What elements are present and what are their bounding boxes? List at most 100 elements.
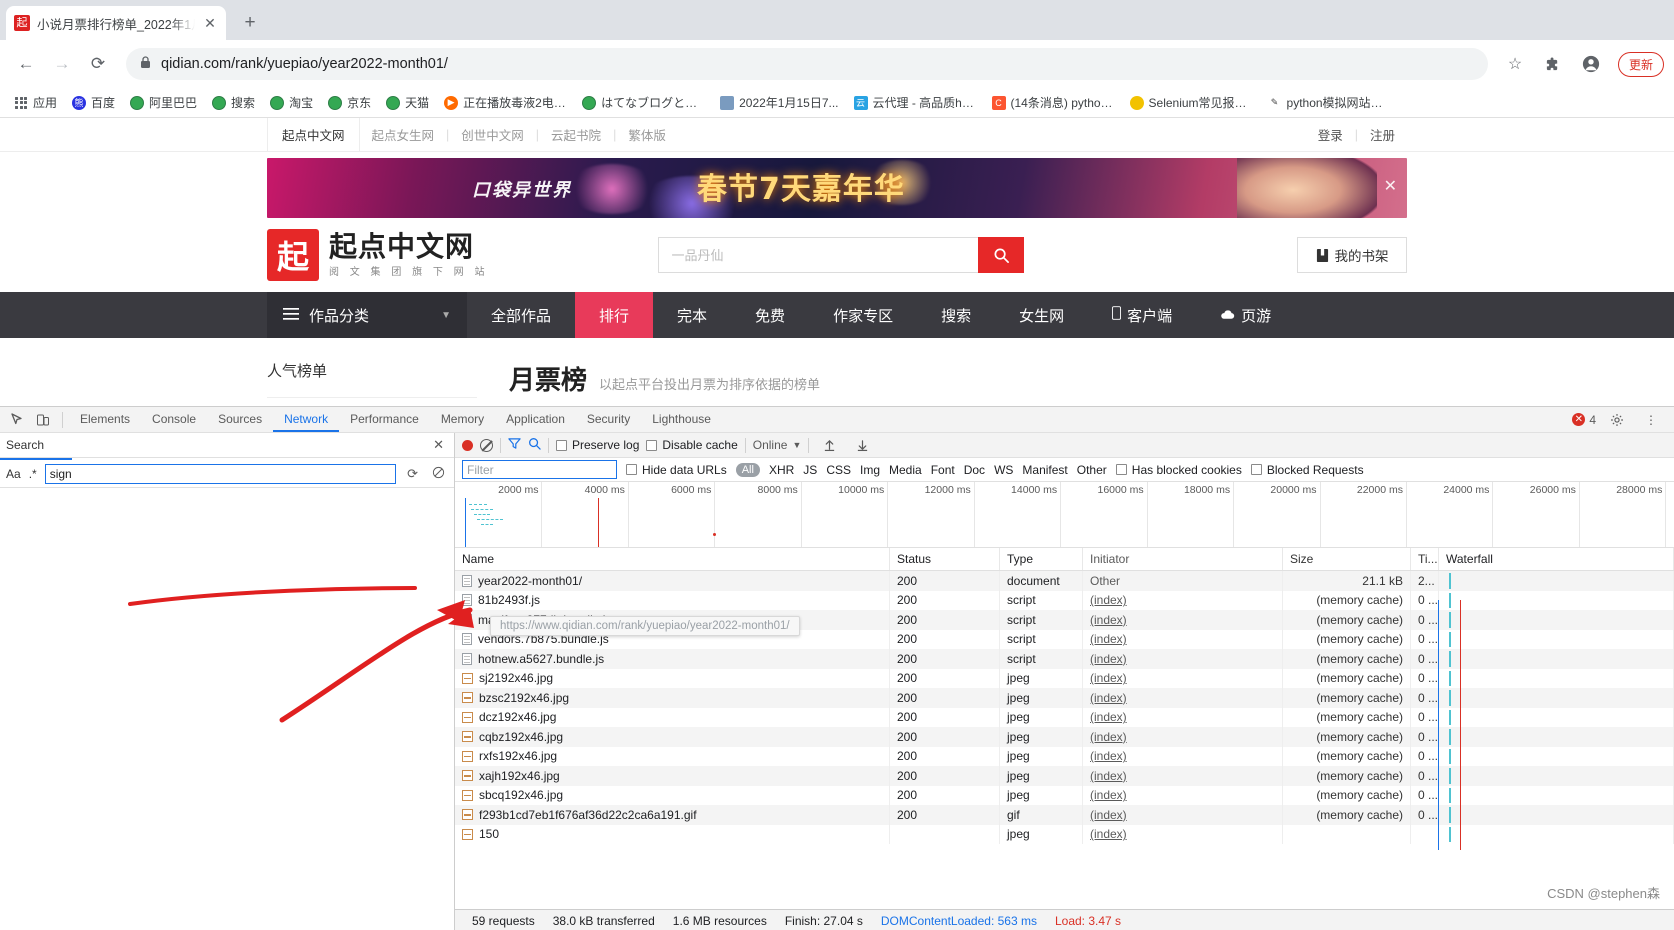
bookmark-item[interactable]: Selenium常见报错... xyxy=(1124,91,1259,114)
preserve-log-checkbox[interactable]: Preserve log xyxy=(556,438,639,452)
clear-icon[interactable] xyxy=(429,466,448,482)
bookmark-item[interactable]: はてなブログとは... xyxy=(576,91,711,114)
import-har-icon[interactable] xyxy=(816,433,842,457)
table-row[interactable]: xajh192x46.jpg 200 jpeg (index) (memory cach… xyxy=(455,766,1674,786)
initiator-link[interactable]: (index) xyxy=(1090,593,1127,607)
address-bar[interactable]: qidian.com/rank/yuepiao/year2022-month01… xyxy=(126,48,1488,80)
devtools-tab-sources[interactable]: Sources xyxy=(207,407,273,432)
bookshelf-button[interactable]: 我的书架 xyxy=(1297,237,1407,273)
initiator-link[interactable]: (index) xyxy=(1090,652,1127,666)
record-icon[interactable] xyxy=(462,439,473,451)
search-icon[interactable] xyxy=(528,437,541,453)
devtools-tab-lighthouse[interactable]: Lighthouse xyxy=(641,407,722,432)
nav-item-rank[interactable]: 排行 xyxy=(575,292,654,338)
has-blocked-cookies-checkbox[interactable]: Has blocked cookies xyxy=(1115,463,1242,477)
table-row[interactable]: sj2192x46.jpg 200 jpeg (index) (memory cache… xyxy=(455,668,1674,688)
bookmark-item[interactable]: 熊 百度 xyxy=(66,91,121,114)
filter-type-all[interactable]: All xyxy=(735,462,760,477)
search-query-input[interactable] xyxy=(44,463,397,484)
export-har-icon[interactable] xyxy=(849,433,875,457)
bookmark-item[interactable]: 2022年1月15日7... xyxy=(714,91,844,114)
initiator-link[interactable]: (index) xyxy=(1090,769,1127,783)
network-timeline-overview[interactable]: 2000 ms 4000 ms 6000 ms 8000 ms 10000 ms 1200… xyxy=(455,482,1674,548)
table-row[interactable]: dcz192x46.jpg 200 jpeg (index) (memory cache… xyxy=(455,707,1674,727)
new-tab-button[interactable]: + xyxy=(236,9,264,37)
filter-icon[interactable] xyxy=(508,437,521,453)
extensions-icon[interactable] xyxy=(1538,49,1568,79)
site-logo[interactable]: 起 起点中文网 阅 文 集 团 旗 下 网 站 xyxy=(267,229,488,281)
table-row[interactable]: f293b1cd7eb1f676af36d22c2ca6a191.gif 200 g… xyxy=(455,805,1674,825)
network-filter-input[interactable] xyxy=(462,460,617,479)
table-row[interactable]: cqbz192x46.jpg 200 jpeg (index) (memory cach… xyxy=(455,727,1674,747)
nav-item-search[interactable]: 搜索 xyxy=(917,292,995,338)
bookmark-item[interactable]: ▶ 正在播放毒液2电影... xyxy=(438,91,573,114)
tab-close-icon[interactable]: ✕ xyxy=(202,15,218,32)
back-button[interactable]: ← xyxy=(10,48,42,80)
bookmark-apps[interactable]: 应用 xyxy=(8,91,63,114)
inspect-element-icon[interactable] xyxy=(4,408,30,432)
devtools-tab-network[interactable]: Network xyxy=(273,407,340,432)
initiator-link[interactable]: (index) xyxy=(1090,691,1127,705)
kebab-icon[interactable]: ⋮ xyxy=(1638,408,1664,432)
column-header-waterfall[interactable]: Waterfall xyxy=(1439,548,1674,570)
error-count-badge[interactable]: ✕ 4 xyxy=(1572,413,1596,427)
initiator-link[interactable]: (index) xyxy=(1090,808,1127,822)
column-header-type[interactable]: Type xyxy=(1000,548,1083,570)
reload-button[interactable]: ⟳ xyxy=(82,48,114,80)
table-row[interactable]: 81b2493f.js 200 script (index) (memory cache… xyxy=(455,590,1674,610)
disable-cache-checkbox[interactable]: Disable cache xyxy=(646,438,738,452)
bookmark-item[interactable]: 京东 xyxy=(322,91,377,114)
table-row[interactable]: bzsc2192x46.jpg 200 jpeg (index) (memory cac… xyxy=(455,688,1674,708)
nav-item-female[interactable]: 女生网 xyxy=(995,292,1088,338)
filter-type-manifest[interactable]: Manifest xyxy=(1022,463,1067,477)
filter-type-doc[interactable]: Doc xyxy=(964,463,985,477)
refresh-icon[interactable]: ⟳ xyxy=(404,466,421,482)
bookmark-item[interactable]: C (14条消息) python... xyxy=(986,91,1121,114)
blocked-requests-checkbox[interactable]: Blocked Requests xyxy=(1250,463,1364,477)
close-icon[interactable]: ✕ xyxy=(429,437,448,453)
bookmark-item[interactable]: 阿里巴巴 xyxy=(124,91,203,114)
filter-type-img[interactable]: Img xyxy=(860,463,880,477)
device-toolbar-icon[interactable] xyxy=(30,408,56,432)
promo-banner[interactable]: 口袋异世界 春节7天嘉年华 ✕ xyxy=(267,158,1407,218)
table-row[interactable]: year2022-month01/200 document Other 21.1 kB… xyxy=(455,571,1674,591)
column-header-name[interactable]: Name xyxy=(455,548,890,570)
devtools-tab-security[interactable]: Security xyxy=(576,407,641,432)
banner-close-icon[interactable]: ✕ xyxy=(1384,176,1397,196)
initiator-link[interactable]: (index) xyxy=(1090,710,1127,724)
browser-tab[interactable]: 起 小说月票排行榜单_2022年1月起 ✕ xyxy=(6,6,226,40)
initiator-link[interactable]: (index) xyxy=(1090,730,1127,744)
bookmark-item[interactable]: 云 云代理 - 高品质htt... xyxy=(848,91,983,114)
initiator-link[interactable]: (index) xyxy=(1090,671,1127,685)
bookmark-star-icon[interactable]: ☆ xyxy=(1500,49,1530,79)
register-link[interactable]: 注册 xyxy=(1358,125,1407,144)
devtools-tab-elements[interactable]: Elements xyxy=(69,407,141,432)
column-header-initiator[interactable]: Initiator xyxy=(1083,548,1283,570)
nav-category-dropdown[interactable]: 作品分类 ▼ xyxy=(267,292,467,338)
initiator-link[interactable]: (index) xyxy=(1090,749,1127,763)
column-header-status[interactable]: Status xyxy=(890,548,1000,570)
topbar-link-nvsheng[interactable]: 起点女生网 xyxy=(360,125,447,144)
topbar-link-yunqi[interactable]: 云起书院 xyxy=(539,125,613,144)
filter-type-font[interactable]: Font xyxy=(931,463,955,477)
filter-type-other[interactable]: Other xyxy=(1077,463,1107,477)
clear-icon[interactable] xyxy=(480,438,493,452)
nav-item-client[interactable]: 客户端 xyxy=(1088,292,1196,338)
initiator-link[interactable]: (index) xyxy=(1090,613,1127,627)
column-header-time[interactable]: Ti... xyxy=(1411,548,1439,570)
table-row[interactable]: hotnew.a5627.bundle.js 200 script (index) (m… xyxy=(455,649,1674,669)
topbar-link-chuangshi[interactable]: 创世中文网 xyxy=(449,125,536,144)
bookmark-item[interactable]: 搜索 xyxy=(206,91,261,114)
devtools-tab-application[interactable]: Application xyxy=(495,407,576,432)
initiator-link[interactable]: (index) xyxy=(1090,827,1127,841)
search-button[interactable] xyxy=(978,237,1025,273)
filter-type-js[interactable]: JS xyxy=(803,463,817,477)
gear-icon[interactable] xyxy=(1604,408,1630,432)
initiator-link[interactable]: (index) xyxy=(1090,632,1127,646)
bookmark-item[interactable]: ✎ python模拟网站登... xyxy=(1262,91,1397,114)
forward-button[interactable]: → xyxy=(46,48,78,80)
initiator-link[interactable]: (index) xyxy=(1090,788,1127,802)
devtools-tab-memory[interactable]: Memory xyxy=(430,407,495,432)
topbar-current-site[interactable]: 起点中文网 xyxy=(267,118,360,151)
profile-avatar-icon[interactable] xyxy=(1576,49,1606,79)
